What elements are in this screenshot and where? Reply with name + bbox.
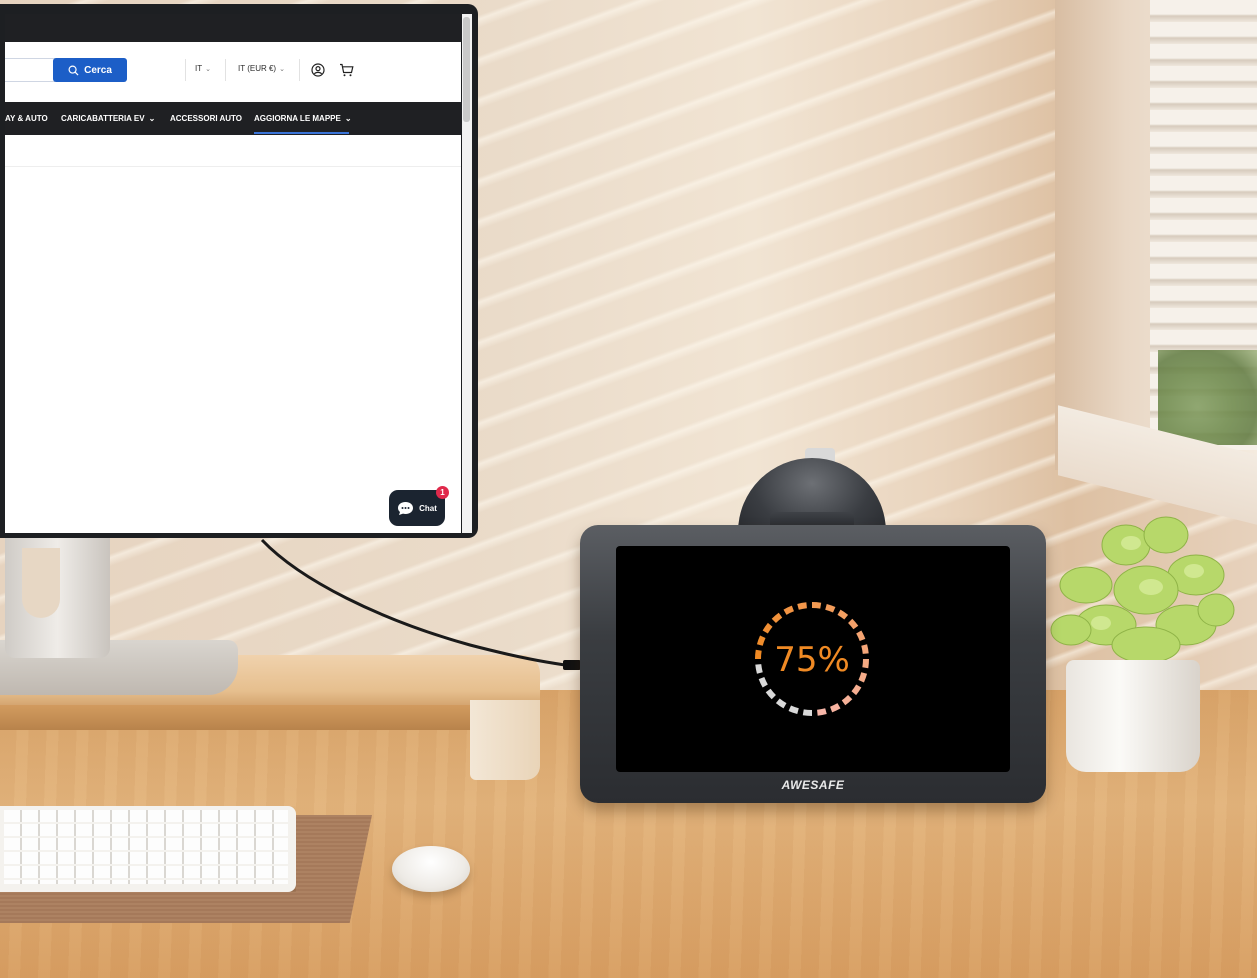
plant-pot xyxy=(1066,660,1200,772)
chevron-down-icon: ⌄ xyxy=(148,114,156,123)
nav-item-accessori-auto[interactable]: ACCESSORI AUTO xyxy=(170,114,242,123)
brand-logo: AWESAFE xyxy=(781,778,845,792)
nav-active-indicator xyxy=(254,132,349,134)
progress-segment-filled xyxy=(851,684,862,696)
progress-segment-empty xyxy=(758,676,768,688)
header-divider xyxy=(299,59,300,81)
keyboard-keys xyxy=(4,810,288,884)
nav-item-label: CARICABATTERIA EV xyxy=(61,114,145,123)
chat-label: Chat xyxy=(419,503,437,513)
mouse xyxy=(392,846,470,892)
chevron-down-icon: ⌄ xyxy=(279,65,285,73)
progress-segment-filled xyxy=(756,635,766,646)
cart-icon[interactable] xyxy=(339,63,354,77)
nav-item-aggiorna-le-mappe[interactable]: AGGIORNA LE MAPPE ⌄ xyxy=(254,114,352,123)
progress-segment-empty xyxy=(775,698,787,709)
browser-viewport: Cerca IT ⌄ IT (EUR €) ⌄ AY & AUTO CARICA… xyxy=(5,14,461,533)
header-divider xyxy=(225,59,226,81)
chat-notification-badge: 1 xyxy=(436,486,449,499)
progress-segment-empty xyxy=(802,709,813,716)
update-progress-ring: 75% xyxy=(755,602,869,716)
progress-segment-filled xyxy=(762,622,773,634)
search-button-label: Cerca xyxy=(84,64,112,76)
usb-plug xyxy=(563,660,581,670)
language-selector[interactable]: IT ⌄ xyxy=(195,64,211,73)
progress-segment-filled xyxy=(783,605,795,615)
language-value: IT xyxy=(195,64,203,73)
monitor: Cerca IT ⌄ IT (EUR €) ⌄ AY & AUTO CARICA… xyxy=(0,4,478,538)
currency-value: IT (EUR €) xyxy=(238,64,277,73)
search-icon xyxy=(68,65,79,76)
main-navigation: AY & AUTO CARICABATTERIA EV ⌄ ACCESSORI … xyxy=(5,102,461,135)
progress-segment-empty xyxy=(788,705,799,715)
progress-segment-filled xyxy=(862,658,869,669)
chevron-down-icon: ⌄ xyxy=(205,65,211,73)
nav-item-caricabatteria-ev[interactable]: CARICABATTERIA EV ⌄ xyxy=(61,114,155,123)
nav-item-label: AGGIORNA LE MAPPE xyxy=(254,114,341,123)
nav-item-label: ACCESSORI AUTO xyxy=(170,114,243,123)
nav-item-ay-auto[interactable]: AY & AUTO xyxy=(5,114,48,123)
browser-scrollbar[interactable] xyxy=(462,14,472,533)
progress-segment-empty xyxy=(765,688,776,700)
search-input[interactable] xyxy=(5,58,55,82)
progress-segment-filled xyxy=(829,703,841,713)
content-divider xyxy=(5,166,461,167)
search-button[interactable]: Cerca xyxy=(53,58,127,82)
chevron-down-icon: ⌄ xyxy=(344,114,352,123)
header-divider xyxy=(185,59,186,81)
currency-selector[interactable]: IT (EUR €) ⌄ xyxy=(238,64,285,73)
progress-segment-filled xyxy=(825,603,836,613)
progress-segment-filled xyxy=(841,695,853,706)
progress-segment-filled xyxy=(861,644,869,654)
progress-segment-empty xyxy=(755,664,763,674)
progress-segment-filled xyxy=(797,602,807,610)
progress-segment-filled xyxy=(858,672,868,683)
chat-icon xyxy=(398,501,414,515)
progress-segment-filled xyxy=(771,612,783,623)
scrollbar-thumb[interactable] xyxy=(463,17,470,122)
potted-plant-leaves xyxy=(1050,516,1235,664)
progress-segment-filled xyxy=(837,609,849,620)
progress-segment-filled xyxy=(755,649,762,660)
account-icon[interactable] xyxy=(311,63,325,77)
progress-segment-filled xyxy=(811,602,822,609)
progress-segment-filled xyxy=(848,618,859,630)
progress-text: 75% xyxy=(774,640,850,680)
progress-segment-filled xyxy=(856,630,866,642)
nav-item-label: AY & AUTO xyxy=(5,114,48,123)
desk-scene: Cerca IT ⌄ IT (EUR €) ⌄ AY & AUTO CARICA… xyxy=(0,0,1257,978)
announcement-bar xyxy=(5,14,461,42)
progress-segment-filled xyxy=(817,708,827,716)
